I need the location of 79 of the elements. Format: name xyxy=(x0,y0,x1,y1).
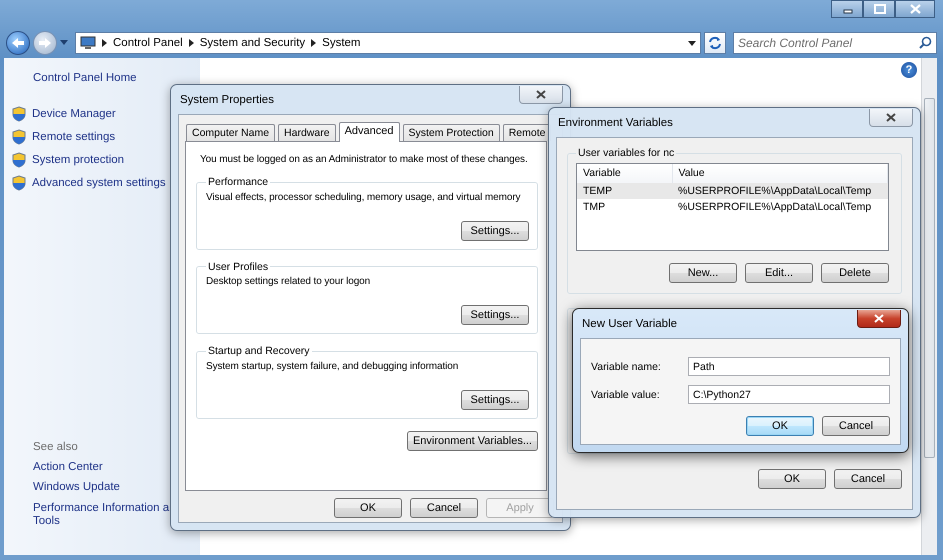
description-text: Desktop settings related to your logon xyxy=(206,276,372,287)
group-title: User variables for nc xyxy=(577,148,676,158)
address-bar[interactable]: Control Panel System and Security System xyxy=(75,32,701,54)
breadcrumb-item[interactable]: Control Panel xyxy=(113,37,183,49)
sidebar-link[interactable]: Advanced system settings xyxy=(32,177,166,189)
shield-icon xyxy=(12,129,26,145)
maximize-button[interactable] xyxy=(863,0,895,18)
input-field[interactable]: C:\Python27 xyxy=(688,385,890,404)
list-row[interactable]: TEMP %USERPROFILE%\AppData\Local\Temp xyxy=(577,182,888,198)
input-field[interactable]: Path xyxy=(688,357,890,376)
window-title: New User Variable xyxy=(582,318,678,330)
button[interactable]: Settings... xyxy=(461,305,529,325)
chevron-icon xyxy=(188,39,194,47)
window-title: System Properties xyxy=(180,94,274,106)
back-arrow-icon xyxy=(11,37,25,49)
shield-icon xyxy=(12,175,26,191)
maximize-icon xyxy=(872,4,886,14)
chevron-icon xyxy=(102,39,107,47)
close-icon xyxy=(536,90,546,98)
chevron-icon xyxy=(311,39,316,47)
breadcrumb-item[interactable]: System xyxy=(322,37,360,49)
description-text: Visual effects, processor scheduling, memory usage, and virtual memory xyxy=(206,192,522,202)
close-icon xyxy=(886,112,896,122)
forward-arrow-icon xyxy=(38,37,52,49)
button[interactable]: Environment Variables... xyxy=(406,430,538,450)
table-cell: TMP xyxy=(577,198,672,214)
group-title: Startup and Recovery xyxy=(207,346,311,356)
button[interactable]: Cancel xyxy=(834,468,902,488)
close-button[interactable] xyxy=(519,86,563,104)
button[interactable]: Settings... xyxy=(461,220,529,240)
shield-icon xyxy=(12,152,26,168)
close-button[interactable] xyxy=(869,108,913,126)
note-text: You must be logged on as an Administrator to make most of these changes. xyxy=(200,154,529,165)
button[interactable]: New... xyxy=(669,262,737,282)
refresh-button[interactable] xyxy=(704,32,726,54)
tab[interactable]: System Protection xyxy=(402,124,500,141)
sidebar-link[interactable]: System protection xyxy=(32,154,124,166)
description-text: System startup, system failure, and debugging information xyxy=(206,360,460,372)
table-cell: TEMP xyxy=(577,182,672,198)
search-icon xyxy=(919,36,932,49)
button[interactable]: Cancel xyxy=(822,416,890,436)
tab[interactable]: Computer Name xyxy=(186,124,276,141)
sidebar-link[interactable]: Remote settings xyxy=(32,131,116,143)
dropdown-caret-icon[interactable] xyxy=(688,40,696,46)
group-title: User Profiles xyxy=(207,262,270,272)
section-heading: See also xyxy=(33,441,79,454)
button[interactable]: Cancel xyxy=(410,498,478,518)
close-icon xyxy=(908,4,922,14)
close-button[interactable] xyxy=(857,310,901,328)
button[interactable]: Settings... xyxy=(461,390,529,410)
button[interactable]: OK xyxy=(758,468,826,488)
table-cell: %USERPROFILE%\AppData\Local\Temp xyxy=(672,198,888,214)
scrollbar[interactable] xyxy=(921,58,937,555)
back-button[interactable] xyxy=(6,31,30,55)
refresh-icon xyxy=(708,36,722,50)
help-button[interactable]: ? xyxy=(901,62,917,78)
button[interactable]: Delete xyxy=(821,262,889,282)
minimize-button[interactable] xyxy=(831,0,863,18)
window-title: Environment Variables xyxy=(558,116,673,128)
close-icon xyxy=(874,314,884,322)
table-cell: %USERPROFILE%\AppData\Local\Temp xyxy=(672,182,888,198)
button[interactable]: OK xyxy=(334,498,402,518)
close-button[interactable] xyxy=(895,0,935,18)
shield-icon xyxy=(12,106,26,122)
computer-icon xyxy=(80,36,96,50)
tab[interactable]: Hardware xyxy=(278,124,336,141)
sidebar-link[interactable]: Control Panel Home xyxy=(33,72,200,84)
list-row[interactable]: TMP %USERPROFILE%\AppData\Local\Temp xyxy=(577,198,888,214)
group-title: Performance xyxy=(207,177,270,188)
column-header[interactable]: Variable xyxy=(577,164,672,182)
breadcrumb-item[interactable]: System and Security xyxy=(200,37,306,49)
tab[interactable]: Advanced xyxy=(338,122,400,142)
button[interactable]: OK xyxy=(746,416,814,436)
column-header[interactable]: Value xyxy=(672,164,888,182)
button[interactable]: Edit... xyxy=(745,262,813,282)
field-label: Variable name: xyxy=(591,360,662,372)
search-field[interactable]: Search Control Panel xyxy=(733,32,937,54)
field-label: Variable value: xyxy=(591,388,661,400)
sidebar-link[interactable]: Device Manager xyxy=(32,108,116,120)
